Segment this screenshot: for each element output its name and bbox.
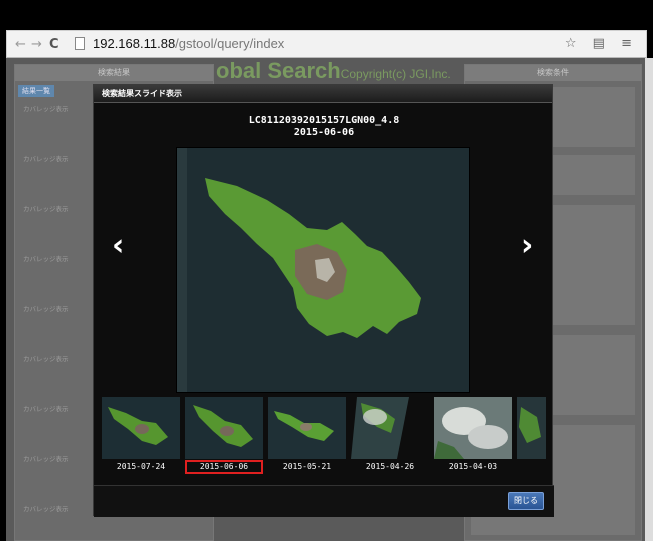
thumbnail-date: 2015-04-03	[448, 462, 498, 471]
browser-menu-icons[interactable]: ☆ ▤ ≡	[565, 36, 638, 51]
satellite-image	[176, 147, 470, 393]
thumbnail-image	[351, 397, 429, 459]
island-image	[177, 148, 469, 392]
thumbnail[interactable]: 201	[517, 397, 546, 477]
result-row[interactable]: カバレッジ表示	[23, 155, 69, 163]
thumbnail[interactable]: 2015-04-26	[351, 397, 429, 477]
back-arrow-icon[interactable]: ←	[15, 37, 26, 52]
modal-title: 検索結果スライド表示	[94, 85, 552, 103]
thumbnail-date: 2015-07-24	[116, 462, 166, 471]
result-row[interactable]: カバレッジ表示	[23, 205, 69, 213]
result-row[interactable]: カバレッジ表示	[23, 105, 69, 113]
thumbnail-image	[268, 397, 346, 459]
page-icon	[75, 37, 85, 50]
image-name: LC81120392015157LGN00_4.8	[248, 115, 400, 126]
result-row[interactable]: カバレッジ表示	[23, 505, 69, 513]
modal-footer: 閉じる	[94, 485, 554, 517]
results-panel-title: 検索結果	[15, 65, 213, 81]
image-date: 2015-06-06	[293, 127, 355, 138]
thumbnail[interactable]: 2015-07-24	[102, 397, 180, 477]
app-logo-text: obal SearchCopyright(c) JGI,Inc.	[216, 58, 451, 83]
close-button[interactable]: 閉じる	[508, 492, 544, 510]
reload-icon[interactable]: C	[49, 37, 59, 52]
thumbnail-image	[185, 397, 263, 459]
thumbnail-image	[434, 397, 512, 459]
thumbnail-date: 201	[517, 461, 546, 473]
thumbnail-date: 2015-04-26	[365, 462, 415, 471]
address-bar[interactable]: 192.168.11.88/gstool/query/index	[71, 35, 641, 54]
forward-arrow-icon[interactable]: →	[31, 37, 42, 52]
slide-viewer-modal: 検索結果スライド表示 LC81120392015157LGN00_4.8 201…	[93, 84, 554, 517]
next-arrow-icon[interactable]: ›	[521, 231, 533, 261]
previous-arrow-icon[interactable]: ‹	[112, 231, 124, 261]
thumbnail-strip: 2015-07-24 2015-06-06 2015-05-21 2015-04…	[102, 397, 546, 477]
thumbnail-image	[517, 397, 546, 459]
thumbnail-selected[interactable]: 2015-06-06	[185, 397, 263, 477]
thumbnail[interactable]: 2015-04-03	[434, 397, 512, 477]
browser-toolbar: ← → C 192.168.11.88/gstool/query/index ☆…	[6, 30, 647, 58]
page-scrollbar[interactable]	[645, 58, 653, 541]
search-conditions-title: 検索条件	[465, 65, 641, 81]
url-text: 192.168.11.88/gstool/query/index	[93, 36, 285, 51]
result-row[interactable]: カバレッジ表示	[23, 305, 69, 313]
result-row[interactable]: カバレッジ表示	[23, 455, 69, 463]
thumbnail[interactable]: 2015-05-21	[268, 397, 346, 477]
thumbnail-date: 2015-05-21	[282, 462, 332, 471]
result-row[interactable]: カバレッジ表示	[23, 355, 69, 363]
image-caption: LC81120392015157LGN00_4.8 2015-06-06	[94, 115, 554, 139]
result-row[interactable]: カバレッジ表示	[23, 405, 69, 413]
results-tab[interactable]: 結果一覧	[18, 85, 54, 97]
top-black-bar	[0, 0, 653, 30]
thumbnail-date: 2015-06-06	[185, 460, 263, 474]
thumbnail-image	[102, 397, 180, 459]
result-row[interactable]: カバレッジ表示	[23, 255, 69, 263]
